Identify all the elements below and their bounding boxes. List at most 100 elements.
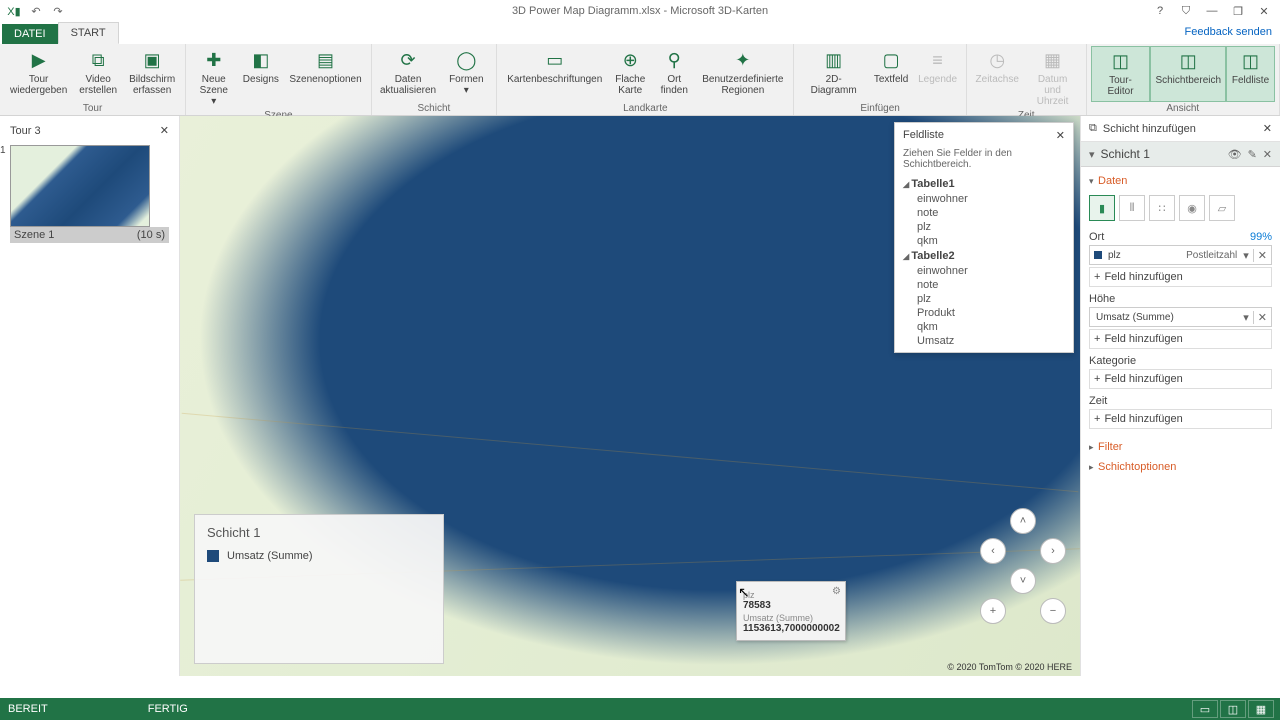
add-location-field[interactable]: +Feld hinzufügen xyxy=(1089,267,1272,287)
viz-stacked-column[interactable]: ▮ xyxy=(1089,195,1115,221)
field-item[interactable]: note xyxy=(903,278,1065,292)
tour-editor-toggle[interactable]: ◫Tour-Editor xyxy=(1091,46,1151,102)
close-button[interactable]: ✕ xyxy=(1252,2,1276,20)
add-category-field[interactable]: +Feld hinzufügen xyxy=(1089,369,1272,389)
rotate-left-button[interactable]: ‹ xyxy=(980,538,1006,564)
section-layer-options[interactable]: Schichtoptionen xyxy=(1089,457,1272,477)
delete-layer-icon[interactable]: ✕ xyxy=(1263,148,1272,161)
field-item[interactable]: plz xyxy=(903,220,1065,234)
maximize-button[interactable]: ❐ xyxy=(1226,2,1250,20)
fieldlist-hint: Ziehen Sie Felder in den Schichtbereich. xyxy=(895,148,1073,174)
scene-thumbnail[interactable]: 1 Szene 1 (10 s) xyxy=(10,145,169,243)
tilt-down-button[interactable]: ˅ xyxy=(1010,568,1036,594)
feedback-link[interactable]: Feedback senden xyxy=(1185,26,1272,38)
group-layer: Schicht xyxy=(376,102,493,115)
legend-button[interactable]: ≡Legende xyxy=(913,46,962,102)
tab-file[interactable]: DATEI xyxy=(2,24,58,44)
flat-map-button[interactable]: ⊕FlacheKarte xyxy=(608,46,652,102)
textbox-button[interactable]: ▢Textfeld xyxy=(869,46,913,102)
table1-name[interactable]: Tabelle1 xyxy=(903,176,1065,192)
zoom-in-button[interactable]: + xyxy=(980,598,1006,624)
view-button-1[interactable]: ▭ xyxy=(1192,700,1218,718)
field-item[interactable]: note xyxy=(903,206,1065,220)
add-layer-icon: ⧉ xyxy=(1089,122,1097,135)
close-fieldlist[interactable]: ✕ xyxy=(1056,129,1065,142)
scene-options-button[interactable]: ▤Szenenoptionen xyxy=(284,46,366,109)
geocode-pct[interactable]: 99% xyxy=(1250,231,1272,243)
group-tour: Tour xyxy=(4,102,181,115)
tab-start[interactable]: START xyxy=(58,22,119,44)
zoom-out-button[interactable]: − xyxy=(1040,598,1066,624)
visualization-type-row: ▮ ⫴ ∷ ◉ ▱ xyxy=(1089,191,1272,225)
tooltip-val2: 1153613,7000000002 xyxy=(743,623,839,634)
field-item[interactable]: einwohner xyxy=(903,192,1065,206)
field-item[interactable]: Umsatz xyxy=(903,334,1065,348)
map-labels-button[interactable]: ▭Kartenbeschriftungen xyxy=(501,46,608,102)
remove-field-icon[interactable]: ✕ xyxy=(1253,249,1271,262)
capture-screen-button[interactable]: ▣Bildschirmerfassen xyxy=(123,46,181,102)
view-button-2[interactable]: ◫ xyxy=(1220,700,1246,718)
field-item[interactable]: plz xyxy=(903,292,1065,306)
height-field-row[interactable]: Umsatz (Summe) ▾ ✕ xyxy=(1089,307,1272,327)
field-item[interactable]: Produkt xyxy=(903,306,1065,320)
map-canvas[interactable]: Feldliste✕ Ziehen Sie Felder in den Schi… xyxy=(180,116,1080,676)
eye-icon[interactable]: 👁 xyxy=(1228,148,1242,161)
ribbon-options-button[interactable]: ⛉ xyxy=(1174,2,1198,20)
view-button-3[interactable]: ▦ xyxy=(1248,700,1274,718)
undo-button[interactable]: ↶ xyxy=(26,2,46,20)
table2-name[interactable]: Tabelle2 xyxy=(903,248,1065,264)
tilt-up-button[interactable]: ˄ xyxy=(1010,508,1036,534)
map-legend[interactable]: Schicht 1 Umsatz (Summe) xyxy=(194,514,444,664)
panel-icon: ◫ xyxy=(1239,49,1263,73)
remove-field-icon[interactable]: ✕ xyxy=(1253,311,1271,324)
field-item[interactable]: einwohner xyxy=(903,264,1065,278)
add-layer-button[interactable]: ⧉Schicht hinzufügen xyxy=(1089,122,1196,135)
ribbon-tabs: DATEI START xyxy=(0,22,1280,44)
add-height-field[interactable]: +Feld hinzufügen xyxy=(1089,329,1272,349)
section-filter[interactable]: Filter xyxy=(1089,437,1272,457)
window-title: 3D Power Map Diagramm.xlsx - Microsoft 3… xyxy=(512,5,768,17)
create-video-button[interactable]: ⧉Videoerstellen xyxy=(73,46,123,102)
custom-regions-button[interactable]: ✦BenutzerdefinierteRegionen xyxy=(696,46,789,102)
fieldlist-toggle[interactable]: ◫Feldliste xyxy=(1226,46,1275,102)
rotate-right-button[interactable]: › xyxy=(1040,538,1066,564)
scene-name: Szene 1 xyxy=(14,229,54,241)
gear-icon[interactable]: ⚙ xyxy=(832,586,841,597)
viz-clustered-column[interactable]: ⫴ xyxy=(1119,195,1145,221)
plus-icon: + xyxy=(1094,413,1100,425)
field-item[interactable]: qkm xyxy=(903,320,1065,334)
section-data[interactable]: Daten xyxy=(1089,171,1272,191)
new-scene-button[interactable]: ✚NeueSzene ▾ xyxy=(190,46,237,109)
close-tour-pane[interactable]: ✕ xyxy=(160,124,169,137)
field-item[interactable]: qkm xyxy=(903,234,1065,248)
refresh-data-button[interactable]: ⟳Datenaktualisieren xyxy=(376,46,441,102)
viz-heatmap[interactable]: ◉ xyxy=(1179,195,1205,221)
play-tour-button[interactable]: ▶Tourwiedergeben xyxy=(4,46,73,102)
shapes-button[interactable]: ◯Formen ▾ xyxy=(440,46,492,102)
plus-icon: + xyxy=(1094,373,1100,385)
rename-icon[interactable]: ✎ xyxy=(1248,148,1257,161)
field-list-popup[interactable]: Feldliste✕ Ziehen Sie Felder in den Schi… xyxy=(894,122,1074,353)
find-location-button[interactable]: ⚲Ortfinden xyxy=(652,46,696,102)
add-time-field[interactable]: +Feld hinzufügen xyxy=(1089,409,1272,429)
group-map: Landkarte xyxy=(501,102,789,115)
dropdown-icon[interactable]: ▾ xyxy=(1239,311,1253,324)
help-button[interactable]: ? xyxy=(1148,2,1172,20)
layer-header[interactable]: ▾ Schicht 1 👁 ✎ ✕ xyxy=(1081,142,1280,167)
calendar-icon: ▦ xyxy=(1041,48,1065,72)
viz-region[interactable]: ▱ xyxy=(1209,195,1235,221)
pin-icon: ⚲ xyxy=(662,48,686,72)
close-layer-pane[interactable]: ✕ xyxy=(1263,122,1272,135)
dropdown-icon[interactable]: ▾ xyxy=(1239,249,1253,262)
minimize-button[interactable]: — xyxy=(1200,2,1224,20)
tour-editor-pane: Tour 3 ✕ 1 Szene 1 (10 s) xyxy=(0,116,180,676)
designs-button[interactable]: ◧Designs xyxy=(237,46,284,109)
category-label: Kategorie xyxy=(1089,355,1136,367)
location-field-row[interactable]: plz Postleitzahl ▾ ✕ xyxy=(1089,245,1272,265)
layer-pane-toggle[interactable]: ◫Schichtbereich xyxy=(1150,46,1226,102)
scene-duration: (10 s) xyxy=(137,229,165,241)
tooltip-val1: 78583 xyxy=(743,600,839,611)
2d-chart-button[interactable]: ▥2D-Diagramm xyxy=(798,46,868,102)
viz-bubble[interactable]: ∷ xyxy=(1149,195,1175,221)
redo-button[interactable]: ↷ xyxy=(48,2,68,20)
